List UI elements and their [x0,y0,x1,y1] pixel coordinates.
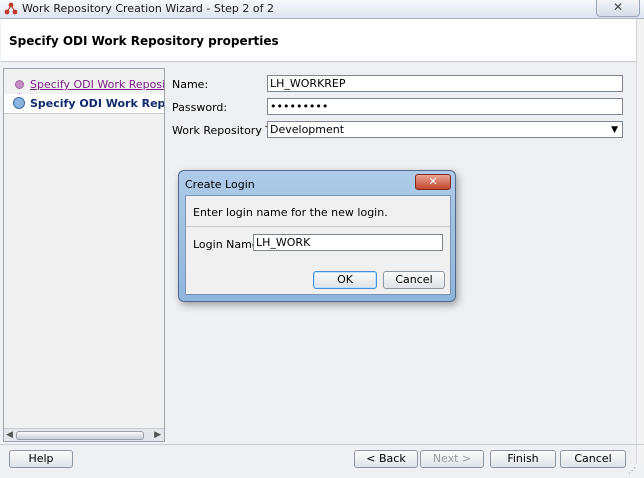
repository-type-select[interactable]: Development ▼ [267,121,623,138]
window-close-button[interactable]: ✕ [596,0,640,17]
nav-item-properties[interactable]: Specify ODI Work Repository [4,94,164,114]
dialog-title: Create Login [185,178,255,191]
window-edge [636,19,644,464]
help-button[interactable]: Help [9,450,73,468]
login-name-label: Login Name: [193,238,263,251]
wizard-header: Specify ODI Work Repository properties [1,19,643,62]
footer-divider [0,444,644,445]
dialog-cancel-button[interactable]: Cancel [383,271,445,289]
title-bar: Work Repository Creation Wizard - Step 2… [0,0,644,19]
step-current-icon [13,97,25,109]
create-login-dialog: Create Login ✕ Enter login name for the … [178,170,456,302]
back-button[interactable]: < Back [354,450,418,468]
wizard-step-nav: Specify ODI Work Repository conn Specify… [3,68,165,442]
dialog-body: Enter login name for the new login. Logi… [185,195,451,295]
dialog-divider [186,226,450,227]
cancel-button[interactable]: Cancel [560,450,626,468]
finish-button[interactable]: Finish [490,450,556,468]
ok-button[interactable]: OK [313,271,377,289]
scroll-left-icon[interactable]: ◀ [6,430,13,440]
nav-horizontal-scrollbar[interactable]: ◀ ▶ [4,428,164,441]
step-dot-icon [15,80,24,89]
next-button[interactable]: Next > [420,450,484,468]
odi-app-icon [4,2,18,15]
name-field[interactable]: LH_WORKREP [267,75,623,92]
nav-item-label: Specify ODI Work Repository conn [30,78,164,91]
nav-item-connection[interactable]: Specify ODI Work Repository conn [4,75,164,94]
repository-type-value: Development [270,123,345,136]
scroll-right-icon[interactable]: ▶ [154,430,161,440]
dialog-close-button[interactable]: ✕ [415,174,451,190]
resize-grip-icon[interactable]: ⋰ [628,466,640,476]
nav-item-label: Specify ODI Work Repository [30,97,164,110]
name-label: Name: [172,78,209,91]
window-title: Work Repository Creation Wizard - Step 2… [22,2,274,15]
dialog-message: Enter login name for the new login. [193,206,388,219]
scrollbar-thumb[interactable] [16,431,144,440]
page-title: Specify ODI Work Repository properties [9,34,279,48]
password-label: Password: [172,101,228,114]
password-field[interactable]: ••••••••• [267,98,623,115]
chevron-down-icon[interactable]: ▼ [611,123,618,138]
login-name-input[interactable]: LH_WORK [253,234,443,251]
